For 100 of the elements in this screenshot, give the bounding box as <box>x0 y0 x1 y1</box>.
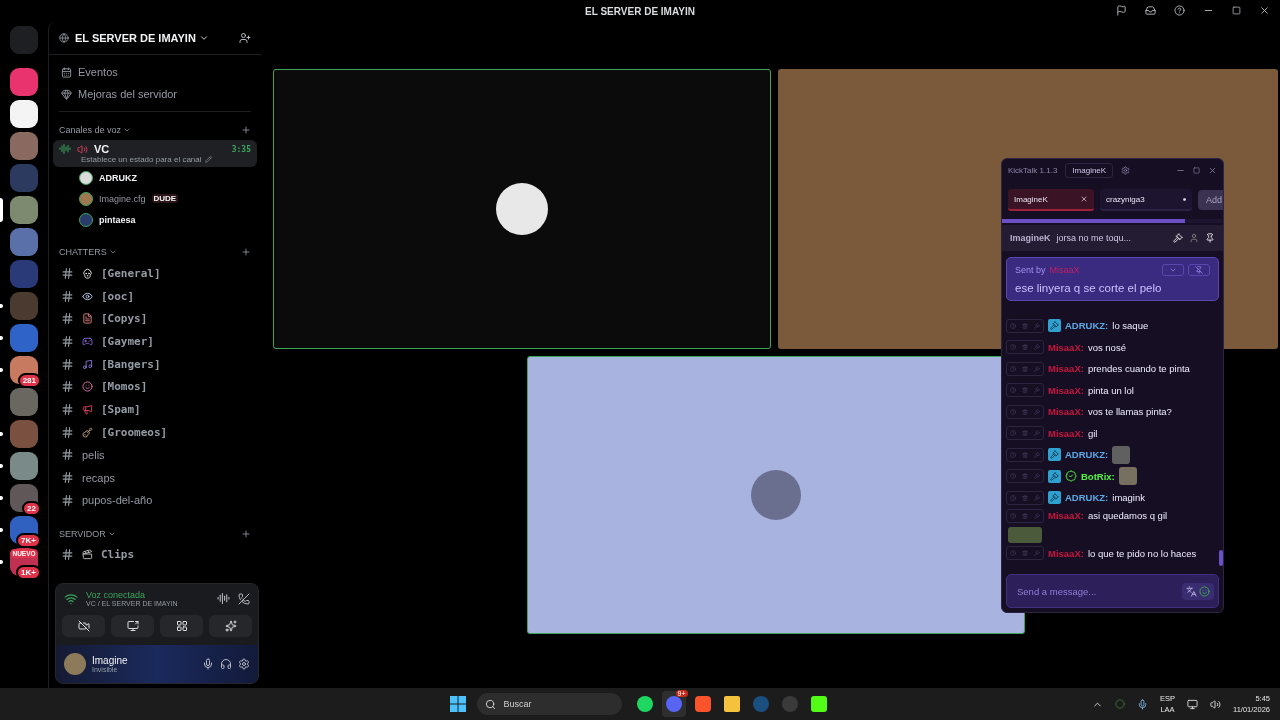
channel-status: Establece un estado para el canal <box>81 155 202 164</box>
app-icon <box>665 696 682 712</box>
chat-username: MisaaX: <box>1048 384 1084 396</box>
voice-member[interactable]: pintaesa <box>99 214 136 225</box>
app-icon <box>752 696 769 712</box>
text-channel[interactable]: pelis <box>82 448 105 461</box>
voice-status: Voz conectada <box>86 590 147 600</box>
text-channel[interactable]: pupos-del-año <box>82 494 153 507</box>
channel-name: VC <box>94 143 110 155</box>
chat-tab[interactable]: crazyniga3 <box>1100 189 1192 211</box>
pin-icon[interactable] <box>1205 233 1215 243</box>
speaker-icon <box>77 143 88 155</box>
add-button[interactable]: Add <box>1198 190 1223 210</box>
hash-icon <box>61 548 74 562</box>
mic-icon[interactable] <box>202 658 214 670</box>
hash-icon <box>61 425 74 439</box>
maximize-icon[interactable] <box>1193 166 1200 174</box>
app-icon <box>723 696 740 712</box>
close-icon[interactable] <box>1259 5 1270 16</box>
add-icon[interactable] <box>241 528 251 539</box>
effects-button[interactable] <box>209 615 252 637</box>
text-channel[interactable]: [General] <box>101 266 161 280</box>
server-name[interactable]: EL SERVER DE IMAYIN <box>75 32 233 44</box>
app-icon <box>810 696 827 712</box>
voice-member[interactable]: Imagine.cfg <box>99 193 146 204</box>
voice-channel[interactable]: VC 3:35 Establece un estado para el canal <box>53 140 257 167</box>
gavel-icon[interactable] <box>1173 233 1183 243</box>
chat-username: MisaaX: <box>1048 363 1084 375</box>
emote-icon[interactable] <box>1199 585 1210 597</box>
unpin-button[interactable] <box>1188 264 1210 276</box>
status-icon[interactable] <box>1115 699 1125 709</box>
text-channel[interactable]: recaps <box>82 471 116 484</box>
chevron-down-icon <box>108 248 117 256</box>
text-channel[interactable]: Clips <box>101 548 135 562</box>
user-name: Imagine <box>92 655 129 666</box>
skull-icon <box>82 267 93 279</box>
invite-icon[interactable] <box>239 32 251 44</box>
category-header[interactable]: SERVIDOR <box>59 528 106 539</box>
unread-count: 7K+ <box>16 533 41 548</box>
text-channel[interactable]: [Groomeos] <box>101 425 168 439</box>
settings-icon[interactable] <box>238 658 250 670</box>
inbox-icon[interactable] <box>1145 5 1156 16</box>
category-header[interactable]: Canales de voz <box>59 125 122 135</box>
network-icon[interactable] <box>1187 698 1198 710</box>
soundboard-icon[interactable] <box>217 592 230 605</box>
help-icon[interactable] <box>1174 5 1185 16</box>
category-header[interactable]: CHATTERS <box>59 247 107 257</box>
eye-icon <box>82 290 93 302</box>
app-title: KickTalk 1.1.3 <box>1008 165 1058 175</box>
pencil-icon[interactable] <box>204 156 212 163</box>
clapperboard-icon <box>82 549 93 561</box>
window-title: EL SERVER DE IMAYIN <box>585 5 695 17</box>
app-icon <box>694 696 711 712</box>
voice-member[interactable]: ADRUKZ <box>99 172 137 183</box>
hash-icon <box>61 357 74 371</box>
camera-button[interactable] <box>62 615 105 637</box>
translate-icon[interactable] <box>1186 585 1197 597</box>
volume-icon[interactable] <box>1210 698 1221 710</box>
chat-username: MisaaX: <box>1048 427 1084 439</box>
text-channel[interactable]: [Copys] <box>101 312 148 326</box>
megaphone-icon <box>82 403 93 415</box>
text-channel[interactable]: [ooc] <box>101 289 135 303</box>
member-avatar <box>79 170 93 185</box>
mic-icon[interactable] <box>1137 698 1148 710</box>
hash-icon <box>61 448 74 462</box>
message-field[interactable]: Send a message... <box>1006 574 1219 608</box>
menu-item[interactable]: Eventos <box>78 66 118 78</box>
start-icon[interactable] <box>449 696 466 712</box>
sent-by-label: Sent by <box>1015 265 1046 275</box>
text-channel[interactable]: [Momos] <box>101 380 148 394</box>
text-channel[interactable]: [Spam] <box>101 402 141 416</box>
hash-icon <box>61 380 74 394</box>
chat-tab[interactable]: ImagineK <box>1008 189 1094 211</box>
message-input[interactable]: Send a message... <box>1015 584 1176 598</box>
chat-message: prendes cuando te pinta <box>1087 363 1190 375</box>
flag-icon[interactable] <box>1116 5 1127 16</box>
chat-username: ADRUKZ: <box>1065 320 1109 332</box>
search-field[interactable]: Buscar <box>476 693 622 715</box>
maximize-icon[interactable] <box>1232 6 1241 15</box>
add-icon[interactable] <box>241 247 251 257</box>
text-channel[interactable]: [Bangers] <box>101 357 161 371</box>
user-icon[interactable] <box>1189 233 1199 243</box>
search-icon <box>484 698 496 710</box>
search-input[interactable]: Buscar <box>501 698 606 710</box>
text-channel[interactable]: [Gaymer] <box>101 334 154 348</box>
member-avatar <box>79 212 93 227</box>
headphones-icon[interactable] <box>220 658 232 670</box>
screen-share-button[interactable] <box>111 615 154 637</box>
disconnect-icon[interactable] <box>238 592 250 605</box>
close-icon[interactable] <box>1208 165 1217 175</box>
music-icon <box>82 358 93 370</box>
add-icon[interactable] <box>241 125 251 135</box>
account-button[interactable]: ImagineK <box>1065 162 1114 178</box>
close-icon[interactable] <box>1080 195 1088 203</box>
guitar-icon <box>82 426 93 438</box>
menu-item[interactable]: Mejoras del servidor <box>78 88 178 100</box>
chat-username: MisaaX: <box>1048 547 1084 559</box>
activities-button[interactable] <box>160 615 203 637</box>
audio-wave-icon <box>59 143 71 155</box>
stream-tile[interactable] <box>273 69 771 349</box>
